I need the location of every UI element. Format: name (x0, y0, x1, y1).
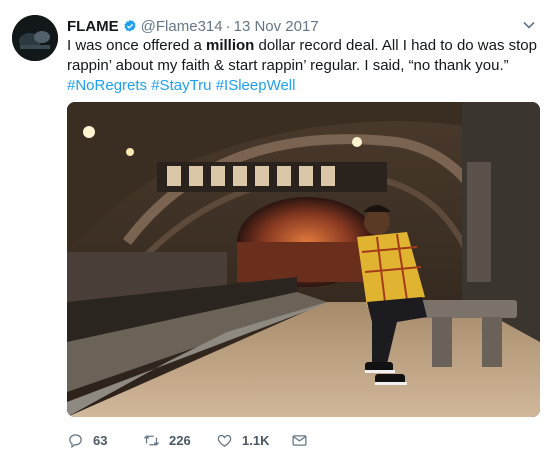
tweet-header: FLAME @Flame314 · 13 Nov 2017 (67, 17, 520, 37)
direct-message-button[interactable] (291, 430, 308, 450)
author-name[interactable]: FLAME (67, 18, 119, 35)
tweet-date[interactable]: 13 Nov 2017 (234, 18, 319, 35)
verified-badge-icon (124, 19, 136, 32)
like-button[interactable]: 1.1K (216, 430, 269, 450)
tweet-photo[interactable] (67, 102, 540, 417)
reply-button[interactable]: 63 (67, 430, 107, 450)
author-handle[interactable]: @Flame314 (141, 18, 223, 35)
tweet-text: I was once offered a million dollar reco… (67, 36, 537, 96)
chevron-down-icon[interactable] (522, 18, 536, 32)
tweet-text-part1: I was once offered a (67, 37, 206, 54)
like-count: 1.1K (242, 432, 270, 448)
separator-dot: · (225, 18, 231, 35)
hashtag-link[interactable]: #StayTru (151, 77, 211, 94)
retweet-icon (143, 435, 160, 445)
avatar[interactable] (12, 15, 58, 61)
tweet-text-bold: million (205, 37, 255, 54)
direct-message-icon (292, 434, 307, 446)
hashtag-link[interactable]: #ISleepWell (216, 77, 296, 94)
retweet-count: 226 (169, 432, 191, 448)
tweet-card[interactable]: FLAME @Flame314 · 13 Nov 2017 I was once of… (0, 0, 550, 458)
reply-icon (69, 433, 82, 448)
reply-count: 63 (93, 432, 108, 448)
like-icon (217, 434, 232, 447)
retweet-button[interactable]: 226 (143, 430, 191, 450)
hashtag-link[interactable]: #NoRegrets (67, 77, 147, 94)
